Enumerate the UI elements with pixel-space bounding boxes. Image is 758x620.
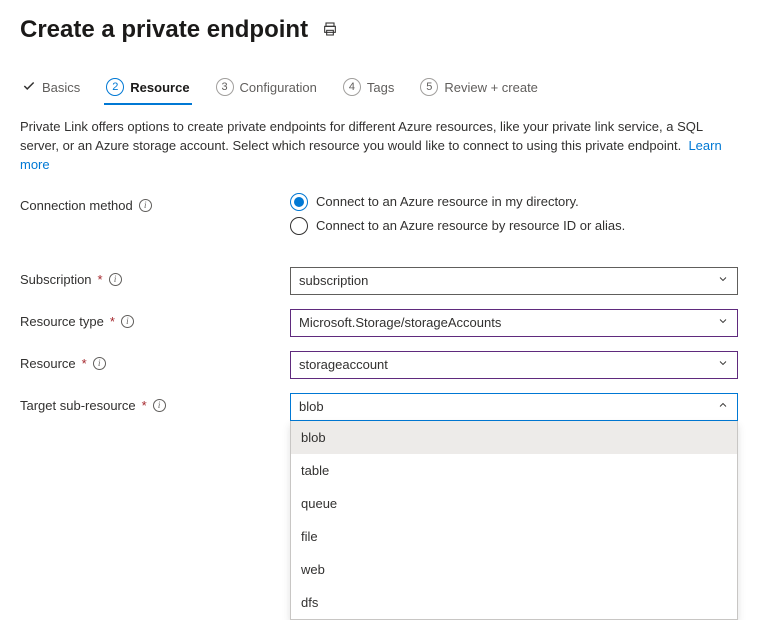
radio-selected-icon (290, 193, 308, 211)
resource-type-label: Resource type (20, 314, 104, 329)
dropdown-value: blob (299, 399, 324, 414)
tab-label: Review + create (444, 80, 538, 95)
chevron-down-icon (717, 357, 729, 372)
check-icon (22, 79, 36, 96)
connection-method-option-resource-id[interactable]: Connect to an Azure resource by resource… (290, 217, 738, 235)
tab-label: Basics (42, 80, 80, 95)
tab-resource[interactable]: 2 Resource (104, 72, 191, 104)
subscription-dropdown[interactable]: subscription (290, 267, 738, 295)
target-sub-resource-options: blob table queue file web dfs (290, 421, 738, 620)
tab-label: Resource (130, 80, 189, 95)
info-icon[interactable]: i (109, 273, 122, 286)
required-indicator: * (110, 314, 115, 329)
step-number: 3 (216, 78, 234, 96)
print-icon[interactable] (322, 21, 338, 40)
radio-label: Connect to an Azure resource in my direc… (316, 194, 579, 209)
resource-label: Resource (20, 356, 76, 371)
chevron-down-icon (717, 315, 729, 330)
dropdown-value: Microsoft.Storage/storageAccounts (299, 315, 501, 330)
step-number: 2 (106, 78, 124, 96)
tab-configuration[interactable]: 3 Configuration (214, 72, 319, 104)
resource-type-dropdown[interactable]: Microsoft.Storage/storageAccounts (290, 309, 738, 337)
required-indicator: * (142, 398, 147, 413)
intro-body: Private Link offers options to create pr… (20, 119, 703, 153)
dropdown-option-web[interactable]: web (291, 553, 737, 586)
chevron-up-icon (717, 399, 729, 414)
step-number: 4 (343, 78, 361, 96)
required-indicator: * (82, 356, 87, 371)
dropdown-option-file[interactable]: file (291, 520, 737, 553)
step-number: 5 (420, 78, 438, 96)
tab-basics[interactable]: Basics (20, 73, 82, 104)
connection-method-option-directory[interactable]: Connect to an Azure resource in my direc… (290, 193, 738, 211)
intro-text: Private Link offers options to create pr… (20, 118, 738, 175)
dropdown-option-table[interactable]: table (291, 454, 737, 487)
info-icon[interactable]: i (121, 315, 134, 328)
dropdown-option-queue[interactable]: queue (291, 487, 737, 520)
connection-method-label: Connection method (20, 198, 133, 213)
target-sub-resource-label: Target sub-resource (20, 398, 136, 413)
chevron-down-icon (717, 273, 729, 288)
required-indicator: * (98, 272, 103, 287)
radio-icon (290, 217, 308, 235)
dropdown-option-dfs[interactable]: dfs (291, 586, 737, 619)
resource-dropdown[interactable]: storageaccount (290, 351, 738, 379)
wizard-tabs: Basics 2 Resource 3 Configuration 4 Tags… (20, 72, 738, 104)
subscription-label: Subscription (20, 272, 92, 287)
info-icon[interactable]: i (153, 399, 166, 412)
page-title: Create a private endpoint (20, 16, 308, 44)
info-icon[interactable]: i (139, 199, 152, 212)
tab-review-create[interactable]: 5 Review + create (418, 72, 540, 104)
target-sub-resource-dropdown[interactable]: blob (290, 393, 738, 421)
tab-tags[interactable]: 4 Tags (341, 72, 396, 104)
dropdown-value: storageaccount (299, 357, 388, 372)
dropdown-value: subscription (299, 273, 368, 288)
tab-label: Tags (367, 80, 394, 95)
dropdown-option-blob[interactable]: blob (291, 421, 737, 454)
info-icon[interactable]: i (93, 357, 106, 370)
tab-label: Configuration (240, 80, 317, 95)
radio-label: Connect to an Azure resource by resource… (316, 218, 625, 233)
